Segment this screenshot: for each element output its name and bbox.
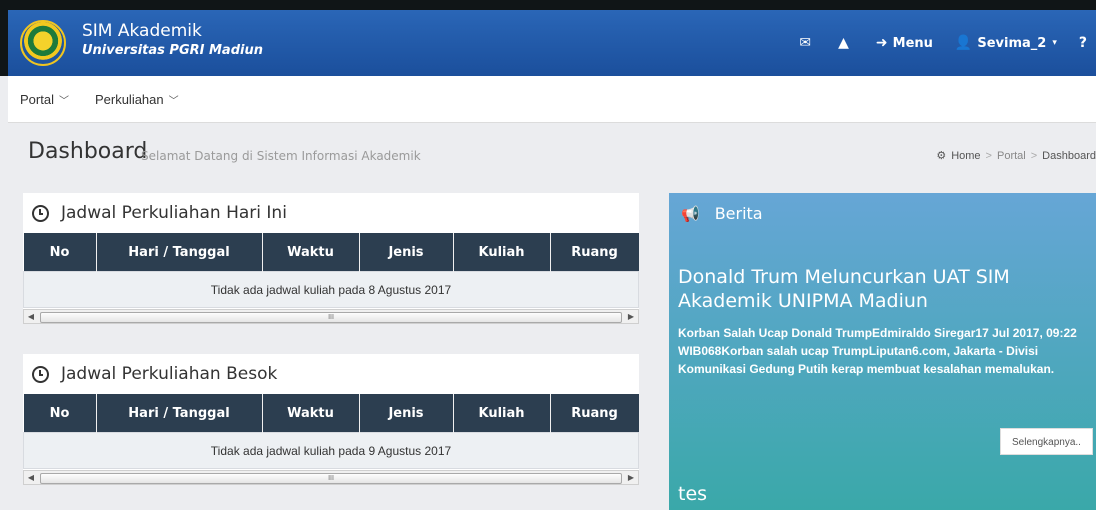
breadcrumb-current: Dashboard [1042, 149, 1096, 162]
horizontal-scrollbar[interactable]: ◀ III ▶ [23, 470, 639, 485]
nav-item-portal[interactable]: Portal ﹀ [20, 92, 69, 107]
dashboard-icon: ⚙ [936, 150, 947, 162]
messages-button[interactable]: ✉ [799, 35, 816, 51]
scrollbar-thumb[interactable]: III [40, 312, 622, 323]
bullhorn-icon: 📢 [681, 204, 700, 223]
app-header: SIM Akademik Universitas PGRI Madiun ✉ ▲… [8, 10, 1096, 76]
chevron-down-icon: ﹀ [168, 95, 179, 107]
menu-label: Menu [892, 35, 933, 51]
column-header: Kuliah [453, 233, 551, 272]
column-header: Kuliah [453, 394, 551, 433]
column-header: No [23, 394, 97, 433]
scroll-right-arrow-icon[interactable]: ▶ [624, 471, 638, 484]
user-name: Sevima_2 [977, 35, 1047, 51]
column-header: Ruang [550, 394, 639, 433]
user-icon: 👤 [954, 35, 973, 51]
signin-icon: ➜ [875, 35, 888, 51]
breadcrumb-separator: > [985, 149, 992, 162]
schedule-today-table: No Hari / Tanggal Waktu Jenis Kuliah Rua… [23, 233, 639, 308]
menu-button[interactable]: ➜ Menu [876, 35, 933, 51]
help-icon: ? [1078, 35, 1087, 51]
university-name: Universitas PGRI Madiun [82, 43, 263, 58]
panel-title: Jadwal Perkuliahan Besok [23, 354, 639, 394]
chevron-down-icon: ﹀ [58, 95, 69, 107]
page-title: Dashboard [28, 139, 148, 164]
table-row: Tidak ada jadwal kuliah pada 8 Agustus 2… [23, 271, 639, 308]
breadcrumb-separator: > [1030, 149, 1038, 162]
scrollbar-thumb[interactable]: III [40, 473, 622, 484]
header-actions: ✉ ▲ ➜ Menu 👤 Sevima_2 ▾ ? [777, 10, 1096, 76]
column-header: Hari / Tanggal [96, 233, 263, 272]
scroll-left-arrow-icon[interactable]: ◀ [24, 310, 38, 323]
alert-icon: ▲ [838, 35, 849, 51]
nav-label: Perkuliahan [94, 91, 164, 107]
page-subtitle: Selamat Datang di Sistem Informasi Akade… [141, 149, 421, 163]
schedule-today-panel: Jadwal Perkuliahan Hari Ini No Hari / Ta… [23, 193, 639, 324]
table-header-row: No Hari / Tanggal Waktu Jenis Kuliah Rua… [23, 233, 639, 272]
nav-label: Portal [20, 91, 54, 107]
clock-icon [32, 365, 49, 383]
panel-title-text: Jadwal Perkuliahan Besok [61, 364, 278, 384]
news-panel: 📢 Berita Donald Trum Meluncurkan UAT SIM… [669, 193, 1096, 510]
column-header: Ruang [550, 233, 639, 272]
column-header: Jenis [359, 394, 454, 433]
clock-icon [32, 204, 49, 222]
alerts-button[interactable]: ▲ [838, 35, 854, 51]
news-header: 📢 Berita [681, 204, 763, 223]
nav-item-perkuliahan[interactable]: Perkuliahan ﹀ [95, 92, 179, 107]
column-header: Waktu [262, 233, 360, 272]
scrollbar-grip: III [328, 475, 334, 482]
news-headline: Donald Trum Meluncurkan UAT SIM Akademik… [678, 266, 1010, 312]
panel-title: Jadwal Perkuliahan Hari Ini [23, 193, 639, 233]
university-logo [20, 20, 66, 66]
breadcrumb: ⚙ Home > Portal > Dashboard [936, 149, 1096, 163]
help-button[interactable]: ? [1079, 35, 1092, 51]
horizontal-scrollbar[interactable]: ◀ III ▶ [23, 309, 639, 324]
column-header: No [23, 233, 97, 272]
breadcrumb-portal[interactable]: Portal [997, 150, 1026, 162]
scroll-right-arrow-icon[interactable]: ▶ [624, 310, 638, 323]
news-body: Korban Salah Ucap Donald TrumpEdmiraldo … [678, 326, 1077, 376]
envelope-icon: ✉ [799, 35, 812, 51]
news-heading: Berita [714, 204, 763, 223]
scrollbar-grip: III [328, 314, 334, 321]
empty-message: Tidak ada jadwal kuliah pada 9 Agustus 2… [23, 432, 639, 469]
column-header: Hari / Tanggal [96, 394, 263, 433]
table-header-row: No Hari / Tanggal Waktu Jenis Kuliah Rua… [23, 394, 639, 433]
scroll-left-arrow-icon[interactable]: ◀ [24, 471, 38, 484]
column-header: Jenis [359, 233, 454, 272]
table-row: Tidak ada jadwal kuliah pada 9 Agustus 2… [23, 432, 639, 469]
schedule-tomorrow-panel: Jadwal Perkuliahan Besok No Hari / Tangg… [23, 354, 639, 485]
caret-down-icon: ▾ [1052, 38, 1057, 48]
news-headline: tes [678, 483, 708, 505]
user-menu[interactable]: 👤 Sevima_2 ▾ [955, 35, 1057, 51]
empty-message: Tidak ada jadwal kuliah pada 8 Agustus 2… [23, 271, 639, 308]
breadcrumb-home[interactable]: Home [951, 150, 980, 162]
column-header: Waktu [262, 394, 360, 433]
panel-title-text: Jadwal Perkuliahan Hari Ini [61, 203, 287, 223]
read-more-button[interactable]: Selengkapnya.. [1000, 428, 1093, 455]
schedule-tomorrow-table: No Hari / Tanggal Waktu Jenis Kuliah Rua… [23, 394, 639, 469]
main-nav: Portal ﹀ Perkuliahan ﹀ [8, 76, 1096, 123]
app-title: SIM Akademik [82, 21, 202, 41]
